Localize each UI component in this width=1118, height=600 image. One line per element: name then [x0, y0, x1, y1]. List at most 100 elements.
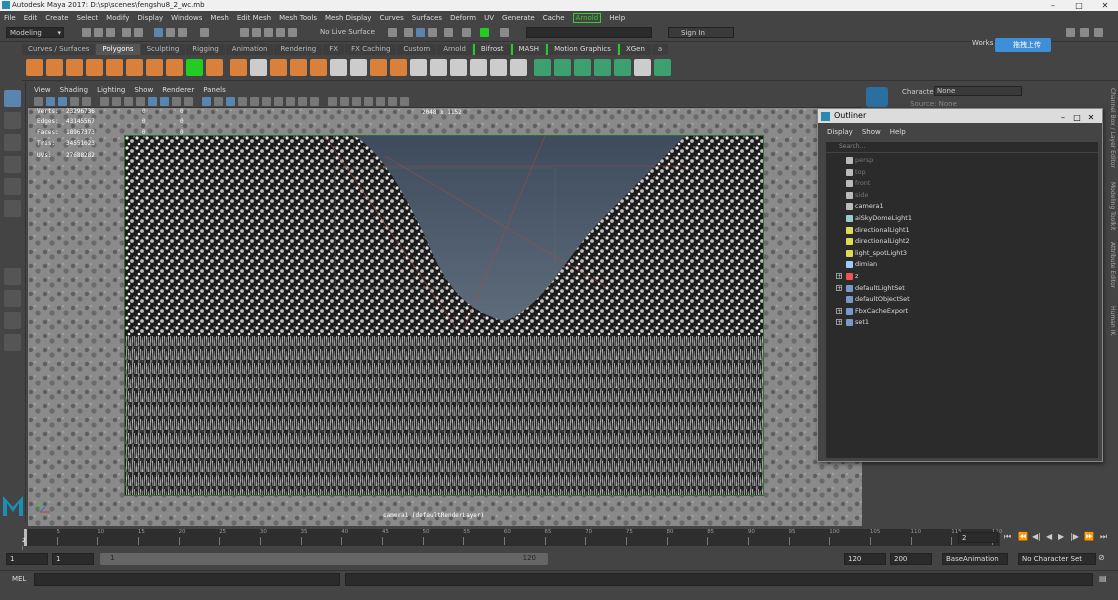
go-to-end-icon[interactable]: ⏭ [1100, 532, 1107, 542]
select-by-object-icon[interactable] [166, 28, 175, 37]
shelf-tab-a[interactable]: a [651, 44, 669, 55]
poly-plane-icon[interactable] [126, 59, 143, 76]
outliner-item-directionallight2[interactable]: directionalLight2 [826, 236, 1098, 247]
outliner-item-z[interactable]: + z [826, 271, 1098, 282]
poly-sphere-icon[interactable] [26, 59, 43, 76]
poly-type-icon[interactable] [186, 59, 203, 76]
snap-grid-icon[interactable] [240, 28, 249, 37]
menu-mesh[interactable]: Mesh [210, 14, 228, 22]
fill-hole-icon[interactable] [410, 59, 427, 76]
go-to-start-icon[interactable]: ⏮ [1004, 532, 1011, 542]
use-all-lights-icon[interactable] [250, 97, 259, 106]
close-icon[interactable]: ✕ [1092, 0, 1118, 11]
viewport-menu-shading[interactable]: Shading [60, 86, 88, 94]
expand-icon[interactable]: + [836, 284, 842, 291]
script-language-toggle[interactable]: MEL [12, 575, 26, 583]
extrude-icon[interactable] [390, 59, 407, 76]
outliner-item-camera1[interactable]: camera1 [826, 201, 1098, 212]
combine-icon[interactable] [230, 59, 247, 76]
field-chart-icon[interactable] [160, 97, 169, 106]
ipr-render-icon[interactable] [428, 28, 437, 37]
outliner-item-aiskydomelight1[interactable]: aiSkyDomeLight1 [826, 213, 1098, 224]
resolution-gate-icon[interactable] [136, 97, 145, 106]
snap-view-plane-icon[interactable] [276, 28, 285, 37]
safe-action-icon[interactable] [172, 97, 181, 106]
depth-of-field-icon[interactable] [310, 97, 319, 106]
menu-generate[interactable]: Generate [502, 14, 535, 22]
time-slider-track[interactable]: 5 10 15 20 25 30 35 40 45 50 55 60 65 70 75 80 85 90 95 100… [22, 529, 1002, 554]
outliner-item-set1[interactable]: + set1 [826, 317, 1098, 328]
xray-icon[interactable] [340, 97, 349, 106]
xray-joints-icon[interactable] [352, 97, 361, 106]
poly-disc-icon[interactable] [146, 59, 163, 76]
shelf-tab-sculpting[interactable]: Sculpting [140, 44, 186, 55]
select-by-component-icon[interactable] [178, 28, 187, 37]
animation-layer-dropdown[interactable]: BaseAnimation [942, 553, 1008, 565]
construction-history-icon[interactable] [388, 28, 397, 37]
bridge-icon[interactable] [350, 59, 367, 76]
viewport-menu-lighting[interactable]: Lighting [97, 86, 125, 94]
transfer-attributes-icon[interactable] [654, 59, 671, 76]
outliner-titlebar[interactable]: Outliner – □ ✕ [818, 109, 1102, 123]
two-d-pan-zoom-icon[interactable] [82, 97, 91, 106]
menu-edit-mesh[interactable]: Edit Mesh [237, 14, 271, 22]
svg-tool-icon[interactable] [206, 59, 223, 76]
outliner-menu-display[interactable]: Display [827, 128, 853, 136]
maximize-icon[interactable]: □ [1070, 111, 1084, 125]
sign-in-button[interactable]: Sign In [668, 27, 734, 38]
camera-attributes-icon[interactable] [46, 97, 55, 106]
redo-icon[interactable] [134, 28, 143, 37]
toggle-outliner-icon[interactable] [1080, 28, 1089, 37]
shelf-tab-polygons[interactable]: Polygons [96, 44, 140, 55]
expand-icon[interactable]: + [836, 307, 842, 314]
gate-mask-icon[interactable] [148, 97, 157, 106]
bevel-icon[interactable] [370, 59, 387, 76]
isolate-select-icon[interactable] [328, 97, 337, 106]
script-editor-icon[interactable]: ▤ [1099, 574, 1107, 583]
menu-mesh-display[interactable]: Mesh Display [325, 14, 371, 22]
step-back-frame-icon[interactable]: ◀| [1032, 532, 1041, 541]
character-control-icon[interactable] [866, 87, 888, 107]
step-back-key-icon[interactable]: ⏪ [1018, 532, 1028, 541]
outliner-menu-show[interactable]: Show [862, 128, 881, 136]
four-view-layout-icon[interactable] [4, 290, 21, 307]
menu-arnold[interactable]: Arnold [572, 12, 602, 23]
quad-draw-icon[interactable] [510, 59, 527, 76]
outliner-item-side[interactable]: side [826, 190, 1098, 201]
poly-cube-icon[interactable] [46, 59, 63, 76]
rotate-tool-icon[interactable] [4, 178, 21, 195]
menu-curves[interactable]: Curves [379, 14, 403, 22]
outliner-menu-help[interactable]: Help [890, 128, 906, 136]
playback-range-bar[interactable]: 1 120 [100, 553, 548, 565]
menu-create[interactable]: Create [45, 14, 68, 22]
time-slider[interactable]: 5 10 15 20 25 30 35 40 45 50 55 60 65 70 75 80 85 90 95 100… [0, 526, 1118, 554]
toggle-sidebar-icon[interactable] [1066, 28, 1075, 37]
outliner-layout-icon[interactable] [4, 334, 21, 351]
two-pane-layout-icon[interactable] [4, 312, 21, 329]
make-live-icon[interactable] [288, 28, 297, 37]
shadows-icon[interactable] [262, 97, 271, 106]
current-frame-field[interactable]: 2 [958, 532, 998, 543]
smooth-icon[interactable] [290, 59, 307, 76]
boolean-icon[interactable] [310, 59, 327, 76]
hypershade-icon[interactable] [462, 28, 471, 37]
select-camera-icon[interactable] [34, 97, 43, 106]
menu-select[interactable]: Select [77, 14, 99, 22]
shelf-tab-arnold[interactable]: Arnold [437, 44, 472, 55]
mirror-icon[interactable] [270, 59, 287, 76]
bookmarks-icon[interactable] [58, 97, 67, 106]
menu-surfaces[interactable]: Surfaces [412, 14, 442, 22]
render-current-frame-icon[interactable] [416, 28, 425, 37]
move-tool-icon[interactable] [4, 156, 21, 173]
grid-icon[interactable] [112, 97, 121, 106]
human-ik-tab[interactable]: Human IK [1109, 306, 1116, 335]
outliner-item-defaultlightset[interactable]: + defaultLightSet [826, 283, 1098, 294]
expand-icon[interactable]: + [836, 319, 842, 326]
poly-pipe-icon[interactable] [166, 59, 183, 76]
menu-mesh-tools[interactable]: Mesh Tools [279, 14, 317, 22]
input-line-field[interactable] [526, 27, 652, 38]
separate-icon[interactable] [250, 59, 267, 76]
save-scene-icon[interactable] [106, 28, 115, 37]
attribute-editor-tab[interactable]: Attribute Editor [1109, 242, 1116, 288]
gamma-icon[interactable] [388, 97, 397, 106]
